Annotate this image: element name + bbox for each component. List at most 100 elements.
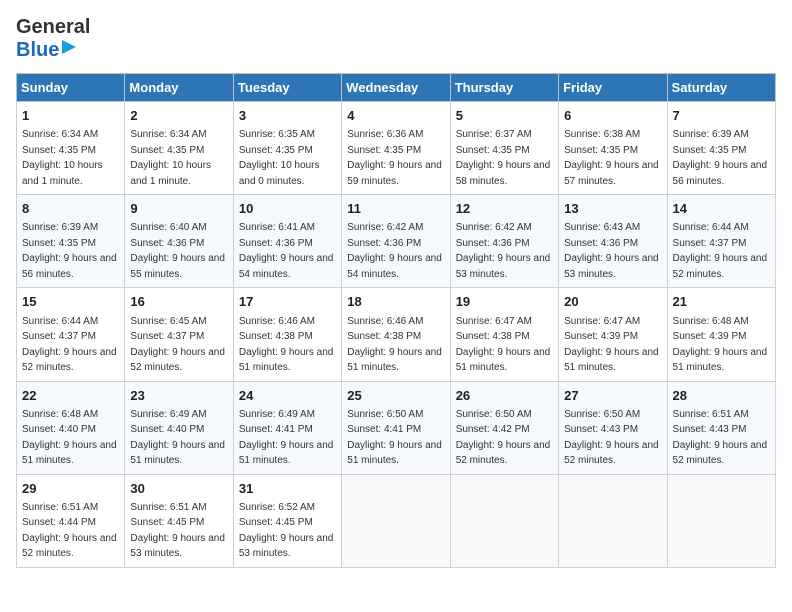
day-info: Sunrise: 6:38 AMSunset: 4:35 PMDaylight:… [564,129,659,187]
day-info: Sunrise: 6:48 AMSunset: 4:39 PMDaylight:… [673,316,768,374]
calendar-cell: 14 Sunrise: 6:44 AMSunset: 4:37 PMDaylig… [667,195,775,288]
day-number: 24 [239,387,336,405]
day-number: 3 [239,107,336,125]
day-number: 17 [239,293,336,311]
day-info: Sunrise: 6:46 AMSunset: 4:38 PMDaylight:… [239,316,334,374]
calendar-cell: 10 Sunrise: 6:41 AMSunset: 4:36 PMDaylig… [233,195,341,288]
calendar-cell: 11 Sunrise: 6:42 AMSunset: 4:36 PMDaylig… [342,195,450,288]
day-info: Sunrise: 6:36 AMSunset: 4:35 PMDaylight:… [347,129,442,187]
col-header-friday: Friday [559,74,667,102]
day-info: Sunrise: 6:47 AMSunset: 4:39 PMDaylight:… [564,316,659,374]
calendar-cell: 25 Sunrise: 6:50 AMSunset: 4:41 PMDaylig… [342,381,450,474]
day-number: 21 [673,293,770,311]
day-info: Sunrise: 6:39 AMSunset: 4:35 PMDaylight:… [673,129,768,187]
col-header-monday: Monday [125,74,233,102]
calendar-cell: 28 Sunrise: 6:51 AMSunset: 4:43 PMDaylig… [667,381,775,474]
day-number: 5 [456,107,553,125]
calendar-cell: 2 Sunrise: 6:34 AMSunset: 4:35 PMDayligh… [125,102,233,195]
day-info: Sunrise: 6:37 AMSunset: 4:35 PMDaylight:… [456,129,551,187]
day-number: 14 [673,200,770,218]
day-number: 19 [456,293,553,311]
day-info: Sunrise: 6:49 AMSunset: 4:41 PMDaylight:… [239,409,334,467]
day-info: Sunrise: 6:44 AMSunset: 4:37 PMDaylight:… [22,316,117,374]
day-info: Sunrise: 6:40 AMSunset: 4:36 PMDaylight:… [130,222,225,280]
day-number: 15 [22,293,119,311]
calendar-cell: 23 Sunrise: 6:49 AMSunset: 4:40 PMDaylig… [125,381,233,474]
day-info: Sunrise: 6:42 AMSunset: 4:36 PMDaylight:… [456,222,551,280]
calendar-cell: 9 Sunrise: 6:40 AMSunset: 4:36 PMDayligh… [125,195,233,288]
day-info: Sunrise: 6:46 AMSunset: 4:38 PMDaylight:… [347,316,442,374]
calendar-cell: 4 Sunrise: 6:36 AMSunset: 4:35 PMDayligh… [342,102,450,195]
day-info: Sunrise: 6:51 AMSunset: 4:45 PMDaylight:… [130,502,225,560]
day-number: 12 [456,200,553,218]
day-number: 13 [564,200,661,218]
day-number: 18 [347,293,444,311]
day-number: 10 [239,200,336,218]
logo-text-general: General [16,16,90,38]
calendar-cell: 1 Sunrise: 6:34 AMSunset: 4:35 PMDayligh… [17,102,125,195]
day-info: Sunrise: 6:44 AMSunset: 4:37 PMDaylight:… [673,222,768,280]
day-info: Sunrise: 6:51 AMSunset: 4:43 PMDaylight:… [673,409,768,467]
day-info: Sunrise: 6:42 AMSunset: 4:36 PMDaylight:… [347,222,442,280]
day-number: 7 [673,107,770,125]
calendar-cell: 13 Sunrise: 6:43 AMSunset: 4:36 PMDaylig… [559,195,667,288]
calendar-cell: 22 Sunrise: 6:48 AMSunset: 4:40 PMDaylig… [17,381,125,474]
logo: General Blue [16,16,90,61]
calendar-cell: 27 Sunrise: 6:50 AMSunset: 4:43 PMDaylig… [559,381,667,474]
day-number: 1 [22,107,119,125]
calendar-table: SundayMondayTuesdayWednesdayThursdayFrid… [16,73,776,568]
calendar-cell: 26 Sunrise: 6:50 AMSunset: 4:42 PMDaylig… [450,381,558,474]
calendar-cell: 24 Sunrise: 6:49 AMSunset: 4:41 PMDaylig… [233,381,341,474]
col-header-tuesday: Tuesday [233,74,341,102]
day-info: Sunrise: 6:34 AMSunset: 4:35 PMDaylight:… [22,129,103,187]
day-info: Sunrise: 6:51 AMSunset: 4:44 PMDaylight:… [22,502,117,560]
calendar-cell: 12 Sunrise: 6:42 AMSunset: 4:36 PMDaylig… [450,195,558,288]
day-number: 28 [673,387,770,405]
calendar-cell: 30 Sunrise: 6:51 AMSunset: 4:45 PMDaylig… [125,474,233,567]
calendar-cell: 8 Sunrise: 6:39 AMSunset: 4:35 PMDayligh… [17,195,125,288]
day-number: 30 [130,480,227,498]
day-number: 9 [130,200,227,218]
day-number: 6 [564,107,661,125]
day-number: 20 [564,293,661,311]
calendar-cell [667,474,775,567]
day-number: 2 [130,107,227,125]
logo-text-blue: Blue [16,39,59,61]
calendar-cell: 18 Sunrise: 6:46 AMSunset: 4:38 PMDaylig… [342,288,450,381]
day-info: Sunrise: 6:39 AMSunset: 4:35 PMDaylight:… [22,222,117,280]
day-number: 16 [130,293,227,311]
day-info: Sunrise: 6:48 AMSunset: 4:40 PMDaylight:… [22,409,117,467]
day-number: 29 [22,480,119,498]
col-header-thursday: Thursday [450,74,558,102]
day-info: Sunrise: 6:50 AMSunset: 4:43 PMDaylight:… [564,409,659,467]
col-header-sunday: Sunday [17,74,125,102]
day-number: 4 [347,107,444,125]
day-info: Sunrise: 6:47 AMSunset: 4:38 PMDaylight:… [456,316,551,374]
day-info: Sunrise: 6:52 AMSunset: 4:45 PMDaylight:… [239,502,334,560]
day-number: 26 [456,387,553,405]
calendar-cell: 7 Sunrise: 6:39 AMSunset: 4:35 PMDayligh… [667,102,775,195]
day-info: Sunrise: 6:35 AMSunset: 4:35 PMDaylight:… [239,129,320,187]
calendar-cell: 29 Sunrise: 6:51 AMSunset: 4:44 PMDaylig… [17,474,125,567]
day-info: Sunrise: 6:50 AMSunset: 4:42 PMDaylight:… [456,409,551,467]
day-info: Sunrise: 6:43 AMSunset: 4:36 PMDaylight:… [564,222,659,280]
day-info: Sunrise: 6:45 AMSunset: 4:37 PMDaylight:… [130,316,225,374]
calendar-cell [559,474,667,567]
calendar-cell: 3 Sunrise: 6:35 AMSunset: 4:35 PMDayligh… [233,102,341,195]
calendar-cell: 16 Sunrise: 6:45 AMSunset: 4:37 PMDaylig… [125,288,233,381]
calendar-cell: 5 Sunrise: 6:37 AMSunset: 4:35 PMDayligh… [450,102,558,195]
day-info: Sunrise: 6:50 AMSunset: 4:41 PMDaylight:… [347,409,442,467]
col-header-wednesday: Wednesday [342,74,450,102]
calendar-cell: 15 Sunrise: 6:44 AMSunset: 4:37 PMDaylig… [17,288,125,381]
day-info: Sunrise: 6:41 AMSunset: 4:36 PMDaylight:… [239,222,334,280]
calendar-cell: 19 Sunrise: 6:47 AMSunset: 4:38 PMDaylig… [450,288,558,381]
day-number: 11 [347,200,444,218]
calendar-cell [342,474,450,567]
col-header-saturday: Saturday [667,74,775,102]
logo-arrow-icon [62,38,80,56]
day-info: Sunrise: 6:34 AMSunset: 4:35 PMDaylight:… [130,129,211,187]
calendar-cell: 20 Sunrise: 6:47 AMSunset: 4:39 PMDaylig… [559,288,667,381]
day-number: 27 [564,387,661,405]
day-number: 31 [239,480,336,498]
calendar-cell: 21 Sunrise: 6:48 AMSunset: 4:39 PMDaylig… [667,288,775,381]
